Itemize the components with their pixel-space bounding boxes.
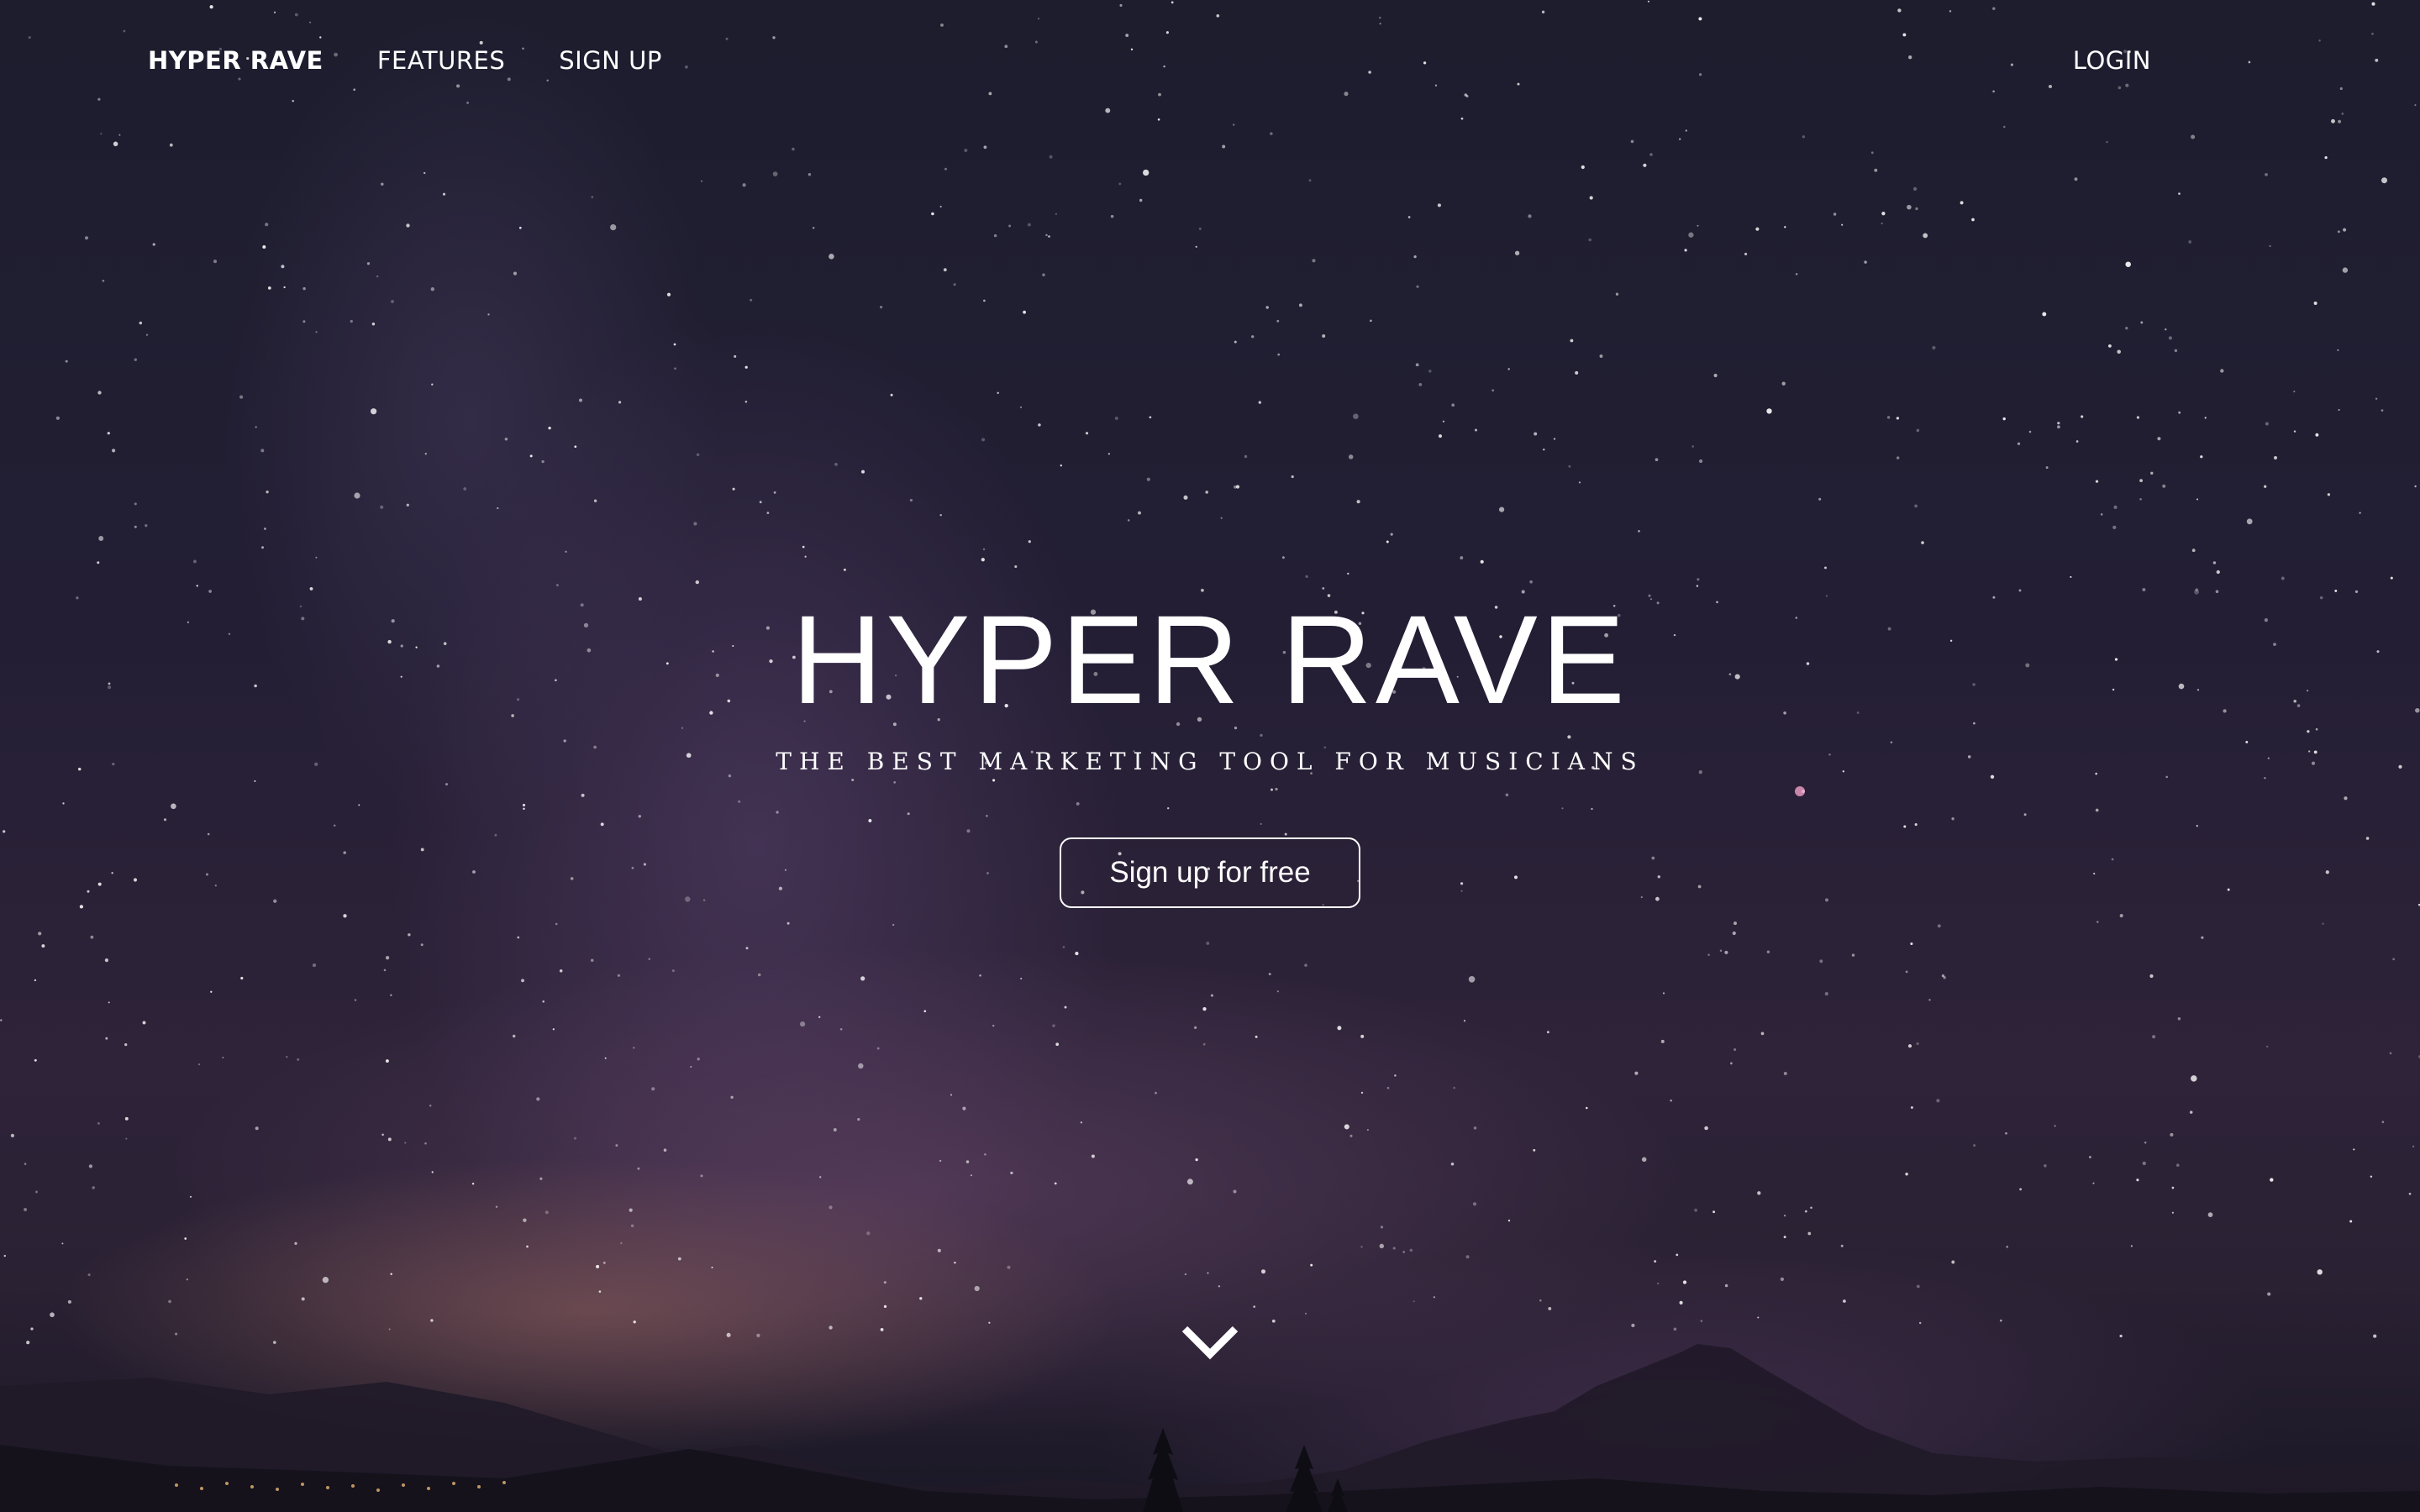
nav-brand-link[interactable]: HYPER RAVE — [148, 46, 324, 75]
chevron-down-icon[interactable] — [1181, 1320, 1239, 1368]
hero-subtitle: THE BEST MARKETING TOOL FOR MUSICIANS — [776, 748, 1644, 775]
nav-signup-link[interactable]: SIGN UP — [559, 46, 662, 75]
hero-title: HYPER RAVE — [792, 589, 1628, 730]
hero-section: HYPER RAVE FEATURES SIGN UP LOGIN HYPER … — [0, 0, 2420, 1512]
signup-free-button[interactable]: Sign up for free — [1060, 837, 1360, 908]
nav-features-link[interactable]: FEATURES — [377, 46, 505, 75]
chevron-down-icon-graphic — [1181, 1326, 1239, 1360]
nav-login-link[interactable]: LOGIN — [2073, 46, 2151, 75]
hero-content: HYPER RAVE THE BEST MARKETING TOOL FOR M… — [0, 588, 2420, 908]
top-navbar: HYPER RAVE FEATURES SIGN UP LOGIN — [148, 40, 2151, 81]
